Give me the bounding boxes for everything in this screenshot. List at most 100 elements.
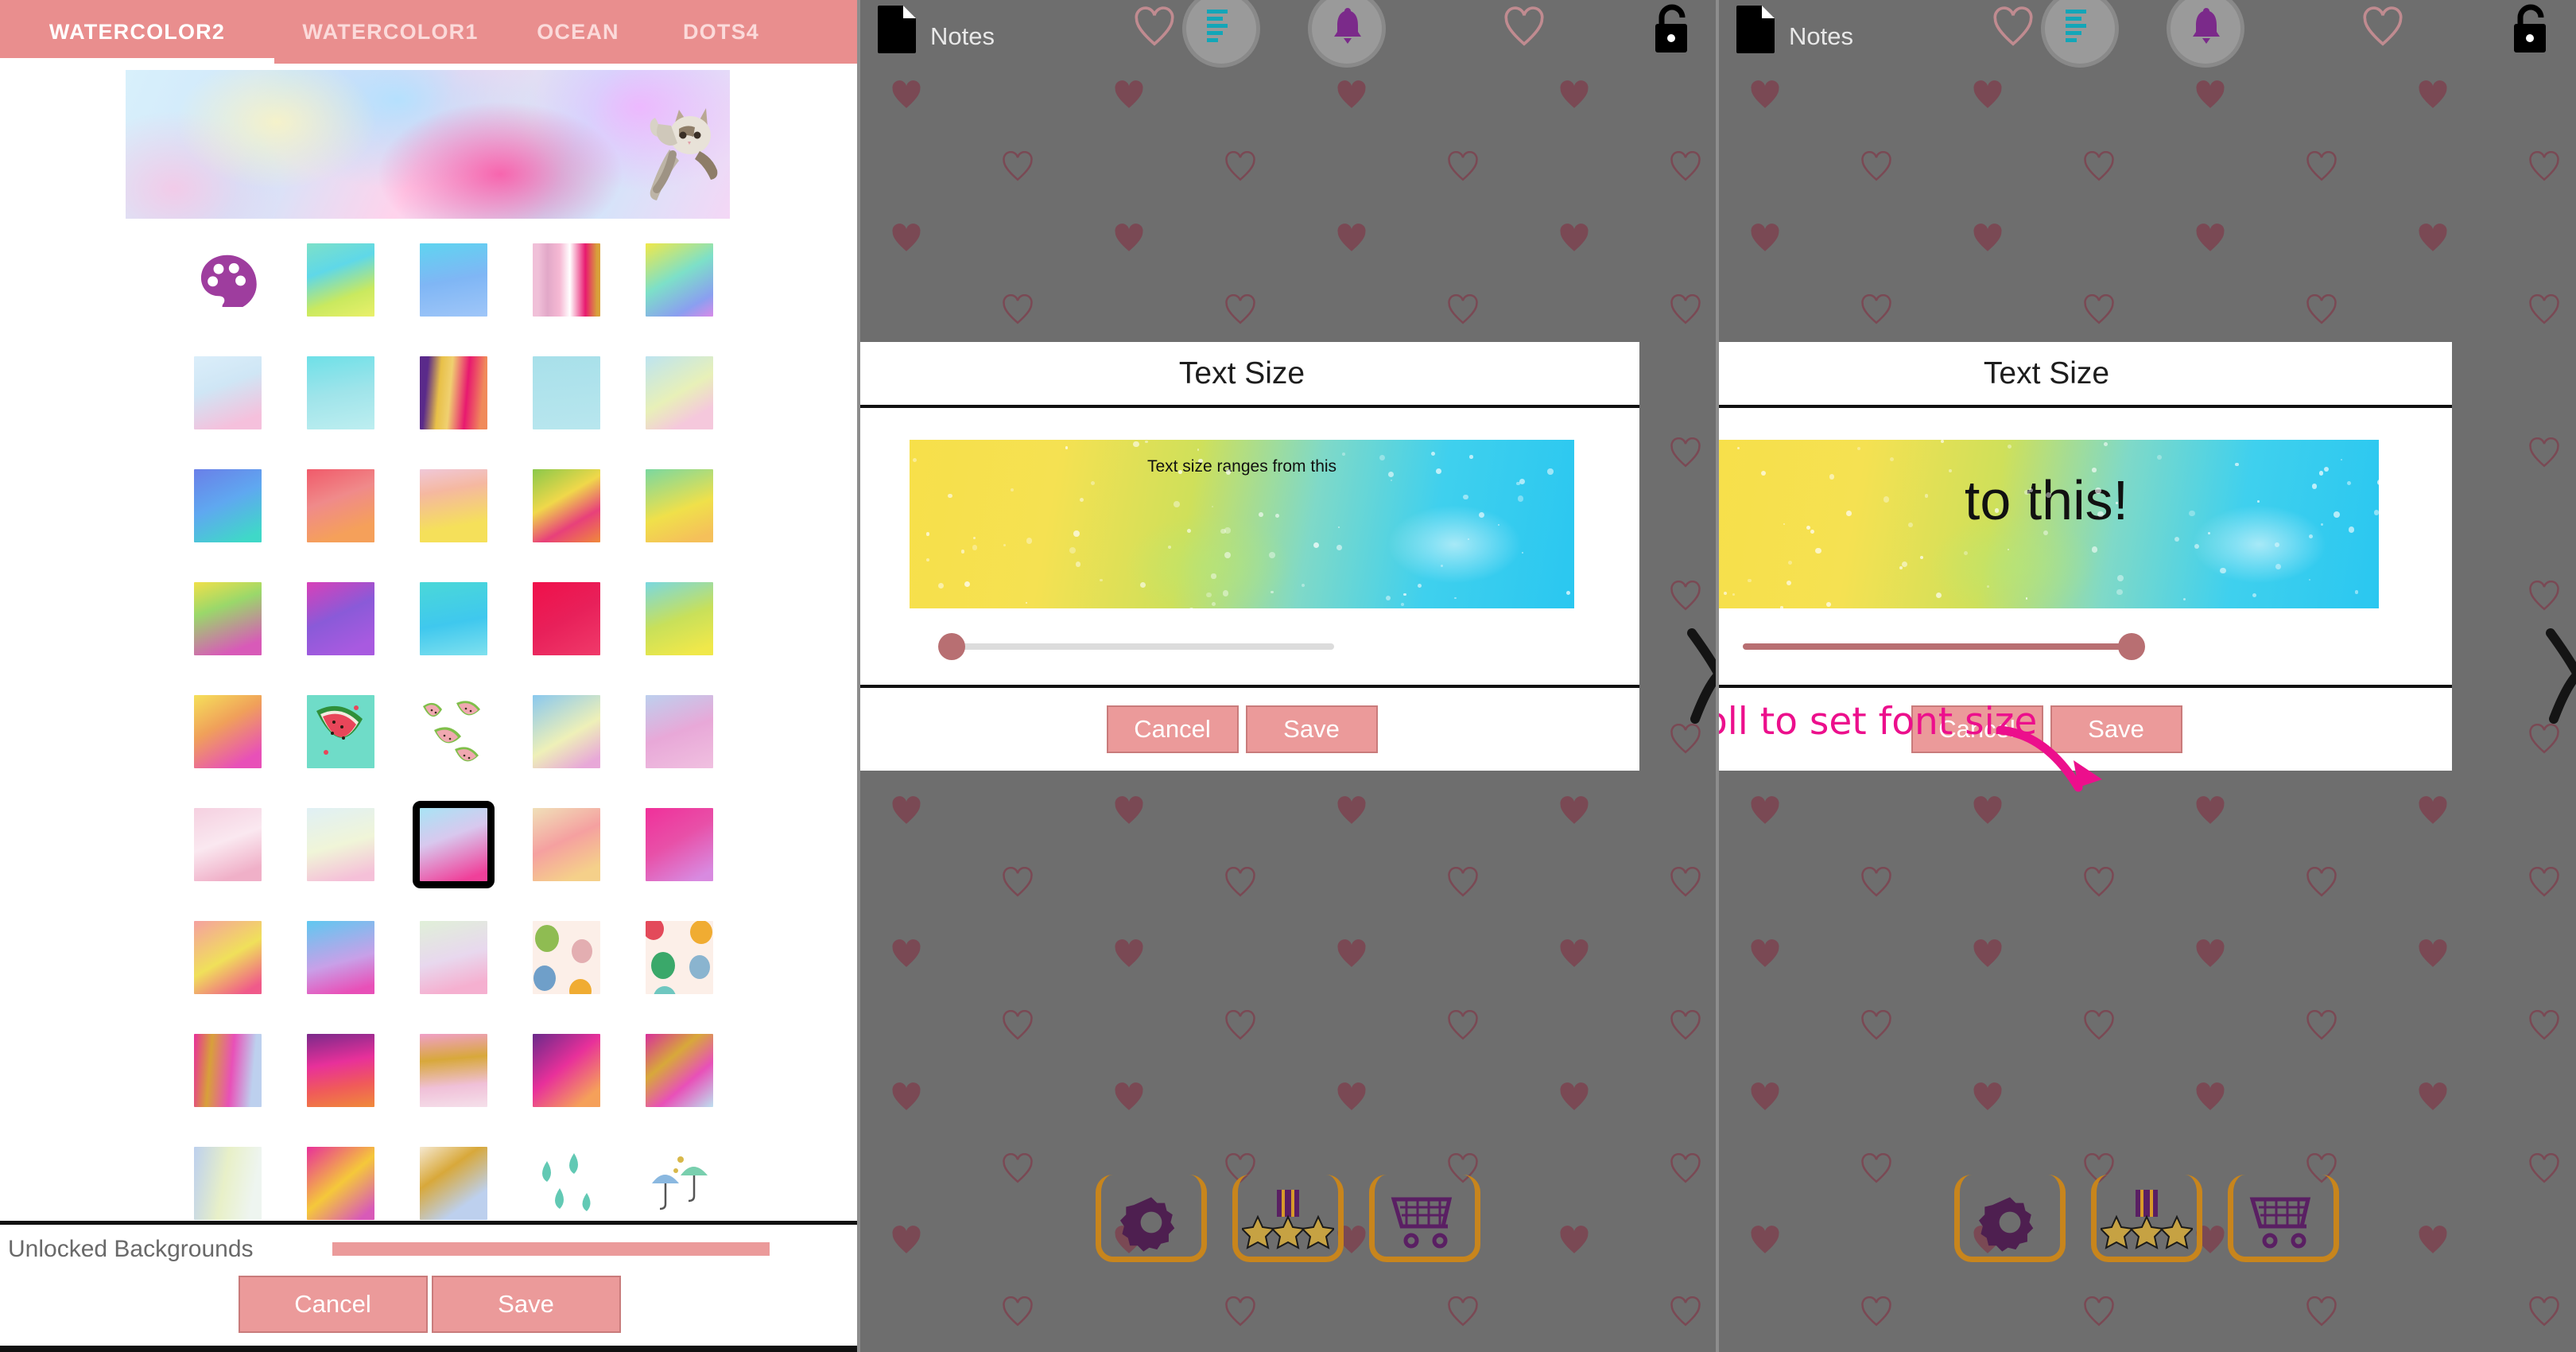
background-thumbnail[interactable] [628, 799, 730, 890]
document-icon[interactable] [1735, 4, 1778, 53]
font-size-slider-row[interactable] [1717, 608, 2452, 685]
sparkle-dot [2092, 546, 2097, 552]
background-thumbnail[interactable] [177, 1025, 278, 1116]
background-thumbnail[interactable] [177, 348, 278, 438]
sparkle-dot [1224, 527, 1230, 533]
shopping-cart-button[interactable] [1369, 1175, 1480, 1262]
unlock-icon[interactable] [1651, 2, 1695, 54]
annotation-arrow-icon [1996, 716, 2123, 811]
sparkle-dot [1178, 470, 1182, 474]
font-size-slider-knob[interactable] [2118, 633, 2145, 660]
background-thumbnail[interactable] [628, 348, 730, 438]
background-thumbnail[interactable] [628, 460, 730, 551]
thumbnail-image [646, 469, 713, 542]
background-thumbnail[interactable] [177, 912, 278, 1003]
heart-icon [2528, 437, 2560, 469]
heart-icon [1670, 1010, 1701, 1042]
slider-track-active[interactable] [1743, 643, 2131, 650]
background-thumbnail[interactable] [515, 573, 617, 664]
background-thumbnail[interactable] [402, 573, 504, 664]
background-category-tabs[interactable]: WATERCOLOR2 WATERCOLOR1 OCEAN DOTS4 [0, 0, 859, 64]
background-thumbnail-grid[interactable] [177, 235, 733, 1221]
sparkle-dot [1011, 488, 1014, 491]
background-thumbnail[interactable] [515, 686, 617, 777]
background-thumbnail[interactable] [402, 1138, 504, 1221]
background-thumbnail[interactable] [628, 573, 730, 664]
tab-watercolor1[interactable]: WATERCOLOR1 [274, 0, 506, 64]
background-thumbnail[interactable] [289, 799, 391, 890]
background-thumbnail[interactable] [177, 686, 278, 777]
background-thumbnail[interactable] [402, 460, 504, 551]
background-thumbnail[interactable] [628, 686, 730, 777]
unlocked-progress-fill [332, 1242, 770, 1256]
thumbnail-image [533, 1034, 600, 1107]
screenshot-stage: WATERCOLOR2 WATERCOLOR1 OCEAN DOTS4 Unlo… [0, 0, 2576, 1352]
font-size-slider-knob[interactable] [938, 633, 965, 660]
background-thumbnail[interactable] [515, 348, 617, 438]
font-size-slider-row[interactable] [859, 608, 1639, 685]
cancel-button[interactable]: Cancel [1107, 705, 1239, 753]
shopping-cart-button[interactable] [2228, 1175, 2339, 1262]
background-thumbnail[interactable] [289, 912, 391, 1003]
tab-ocean[interactable]: OCEAN [506, 0, 650, 64]
list-format-button[interactable] [1186, 0, 1256, 64]
background-thumbnail[interactable] [402, 1025, 504, 1116]
background-thumbnail-grid-area[interactable] [0, 219, 859, 1221]
background-thumbnail[interactable] [515, 1025, 617, 1116]
heart-icon [2194, 938, 2226, 970]
background-thumbnail[interactable] [289, 235, 391, 325]
background-thumbnail[interactable] [515, 235, 617, 325]
cancel-button[interactable]: Cancel [239, 1276, 428, 1333]
sparkle-dot [2026, 597, 2028, 600]
heart-icon [1558, 80, 1590, 111]
background-thumbnail[interactable] [289, 1138, 391, 1221]
background-thumbnail[interactable] [402, 686, 504, 777]
sparkle-dot [1212, 506, 1213, 507]
sparkle-dot [2309, 534, 2313, 538]
background-thumbnail[interactable] [289, 1025, 391, 1116]
background-thumbnail[interactable] [289, 573, 391, 664]
slider-track-filled[interactable] [946, 643, 1334, 650]
sparkle-dot [1469, 455, 1473, 459]
background-thumbnail[interactable] [515, 460, 617, 551]
sparkle-dot [1140, 582, 1146, 588]
background-thumbnail[interactable] [515, 799, 617, 890]
list-format-button[interactable] [2045, 0, 2115, 64]
background-thumbnail[interactable] [628, 235, 730, 325]
palette-icon[interactable] [177, 235, 278, 325]
heart-icon [890, 795, 922, 827]
document-icon[interactable] [876, 4, 919, 53]
background-thumbnail[interactable] [402, 912, 504, 1003]
background-thumbnail[interactable] [628, 912, 730, 1003]
heart-icon [1558, 1082, 1590, 1113]
background-thumbnail[interactable] [402, 348, 504, 438]
background-thumbnail[interactable] [628, 1025, 730, 1116]
background-thumbnail[interactable] [289, 460, 391, 551]
sparkle-dot [2008, 549, 2009, 550]
background-thumbnail[interactable] [289, 686, 391, 777]
background-thumbnail[interactable] [177, 573, 278, 664]
background-thumbnail[interactable] [289, 348, 391, 438]
background-thumbnail[interactable] [177, 460, 278, 551]
background-thumbnail[interactable] [177, 799, 278, 890]
unlock-icon[interactable] [2509, 2, 2554, 54]
heart-icon [1336, 80, 1368, 111]
settings-gear-button[interactable] [1954, 1175, 2066, 1262]
rate-stars-button[interactable] [2091, 1175, 2202, 1262]
background-thumbnail[interactable] [402, 799, 504, 890]
tab-dots4[interactable]: DOTS4 [650, 0, 793, 64]
rate-stars-button[interactable] [1232, 1175, 1344, 1262]
settings-gear-button[interactable] [1096, 1175, 1207, 1262]
background-thumbnail[interactable] [628, 1138, 730, 1221]
save-button[interactable]: Save [432, 1276, 621, 1333]
background-thumbnail[interactable] [515, 912, 617, 1003]
background-thumbnail[interactable] [515, 1138, 617, 1221]
save-button[interactable]: Save [1246, 705, 1378, 753]
tab-watercolor2[interactable]: WATERCOLOR2 [0, 0, 274, 64]
background-thumbnail[interactable] [177, 1138, 278, 1221]
background-thumbnail[interactable] [402, 235, 504, 325]
reminder-bell-button[interactable] [1312, 0, 1382, 64]
heart-icon [1992, 6, 2035, 49]
reminder-bell-button[interactable] [2171, 0, 2240, 64]
sparkle-dot [2257, 500, 2260, 503]
